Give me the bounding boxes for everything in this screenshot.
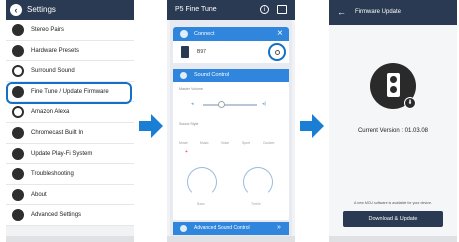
volume-low-icon: ◂ bbox=[191, 101, 194, 107]
device-row[interactable]: B97 bbox=[173, 41, 289, 63]
stereo-pairs-icon bbox=[12, 24, 24, 36]
current-version: Current Version : 01.03.08 bbox=[357, 128, 429, 134]
settings-item-label: Update Play-Fi System bbox=[31, 150, 93, 157]
sound-control-label: Sound Control bbox=[194, 72, 230, 78]
sound-style-tab[interactable]: Movie bbox=[179, 140, 188, 146]
settings-item[interactable]: Update Play-Fi System bbox=[6, 143, 134, 165]
advanced-sound-control-label: Advanced Sound Control bbox=[194, 225, 250, 231]
speaker-badge-icon: ⬇ bbox=[370, 63, 416, 109]
about-icon bbox=[12, 188, 24, 201]
speaker-icon bbox=[181, 46, 189, 58]
back-arrow-icon[interactable]: ← bbox=[337, 6, 346, 18]
connect-icon bbox=[180, 30, 188, 38]
bass-label: Bass bbox=[197, 202, 205, 206]
settings-item[interactable]: Stereo Pairs bbox=[6, 20, 134, 41]
bottom-bar bbox=[167, 236, 295, 242]
connect-label: Connect bbox=[194, 31, 215, 37]
surround-sound-icon bbox=[12, 65, 24, 78]
settings-screen: ‹ Settings Stereo Pairs Hardware Presets S… bbox=[6, 0, 134, 242]
settings-title: Settings bbox=[27, 5, 56, 14]
volume-slider[interactable] bbox=[203, 104, 257, 106]
settings-item-label: Hardware Presets bbox=[31, 47, 80, 54]
sound-style-tab[interactable]: Custom bbox=[263, 140, 274, 146]
settings-item[interactable]: Hardware Presets bbox=[6, 40, 134, 62]
master-volume-label: Master Volume bbox=[179, 87, 203, 91]
sound-style-label: Sound Style bbox=[179, 122, 199, 126]
treble-dial[interactable] bbox=[243, 167, 273, 197]
settings-item-label: About bbox=[31, 191, 47, 198]
firmware-header: ← Firmware Update bbox=[329, 0, 457, 25]
bottom-bar bbox=[6, 236, 134, 242]
settings-list: Stereo Pairs Hardware Presets Surround Sou… bbox=[6, 20, 134, 226]
settings-item[interactable]: Chromecast Built In bbox=[6, 122, 134, 144]
troubleshooting-icon bbox=[12, 168, 24, 181]
settings-item-label: Troubleshooting bbox=[31, 171, 74, 178]
sound-control-bar[interactable]: Sound Control bbox=[173, 69, 289, 82]
arrow-right-icon bbox=[300, 114, 324, 138]
update-note: A new MCU software is available for your… bbox=[354, 201, 432, 205]
back-arrow-icon[interactable]: ‹ bbox=[10, 4, 22, 16]
fine-tune-title: P5 Fine Tune bbox=[175, 6, 217, 13]
sound-control-icon bbox=[180, 72, 187, 79]
advanced-sound-control-icon bbox=[180, 225, 187, 232]
sound-control-panel: Master Volume ◂ ◂) Sound Style Movie Musi… bbox=[173, 82, 289, 220]
firmware-update-screen: ← Firmware Update ⬇ Current Version : 01… bbox=[329, 0, 457, 242]
settings-item[interactable]: Amazon Alexa bbox=[6, 102, 134, 123]
volume-slider-knob[interactable] bbox=[218, 101, 226, 108]
info-icon[interactable]: i bbox=[260, 5, 269, 14]
amazon-alexa-icon bbox=[12, 106, 24, 119]
bottom-bar bbox=[329, 236, 457, 242]
highlight-box bbox=[6, 82, 132, 104]
device-name: B97 bbox=[197, 49, 206, 55]
chevron-up-icon[interactable]: » bbox=[277, 223, 281, 233]
close-icon[interactable]: × bbox=[277, 27, 283, 41]
gear-icon bbox=[275, 50, 280, 55]
sound-style-tab[interactable]: Voice bbox=[221, 140, 229, 146]
settings-header: ‹ Settings bbox=[6, 0, 134, 20]
settings-item[interactable]: Surround Sound bbox=[6, 61, 134, 82]
sound-style-tab[interactable]: Music bbox=[200, 140, 209, 146]
grid-icon[interactable] bbox=[277, 5, 287, 14]
hardware-presets-icon bbox=[12, 44, 24, 57]
settings-item-label: Chromecast Built In bbox=[31, 129, 84, 136]
advanced-settings-icon bbox=[12, 209, 24, 222]
fine-tune-header: P5 Fine Tune i bbox=[167, 0, 295, 20]
sound-style-tabs: Movie Music Voice Sport Custom bbox=[179, 140, 283, 146]
speaker-icon bbox=[387, 73, 400, 97]
settings-item-label: Amazon Alexa bbox=[31, 109, 70, 116]
advanced-sound-control-bar[interactable]: Advanced Sound Control » bbox=[173, 222, 289, 235]
settings-item-label: Stereo Pairs bbox=[31, 27, 65, 33]
plus-icon: + bbox=[185, 149, 188, 155]
gear-button[interactable] bbox=[268, 43, 286, 61]
treble-label: Treble bbox=[251, 202, 261, 206]
chromecast-icon bbox=[12, 126, 24, 139]
sound-style-tab[interactable]: Sport bbox=[242, 140, 250, 146]
firmware-body: ⬇ Current Version : 01.03.08 A new MCU s… bbox=[329, 25, 457, 236]
download-update-button[interactable]: Download & Update bbox=[343, 211, 443, 227]
settings-item-label: Surround Sound bbox=[31, 68, 75, 75]
download-icon: ⬇ bbox=[404, 97, 416, 109]
bass-dial[interactable] bbox=[187, 167, 217, 197]
settings-item[interactable]: Troubleshooting bbox=[6, 164, 134, 185]
fine-tune-screen: P5 Fine Tune i Connect × B97 Sound Contr… bbox=[167, 0, 295, 242]
settings-item[interactable]: About bbox=[6, 184, 134, 206]
volume-high-icon: ◂) bbox=[262, 101, 267, 107]
settings-item-label: Advanced Settings bbox=[31, 212, 82, 219]
arrow-right-icon bbox=[139, 114, 163, 138]
update-icon bbox=[12, 147, 24, 160]
settings-item[interactable]: Advanced Settings bbox=[6, 205, 134, 226]
firmware-title: Firmware Update bbox=[355, 9, 402, 15]
connect-bar[interactable]: Connect × bbox=[173, 27, 289, 41]
